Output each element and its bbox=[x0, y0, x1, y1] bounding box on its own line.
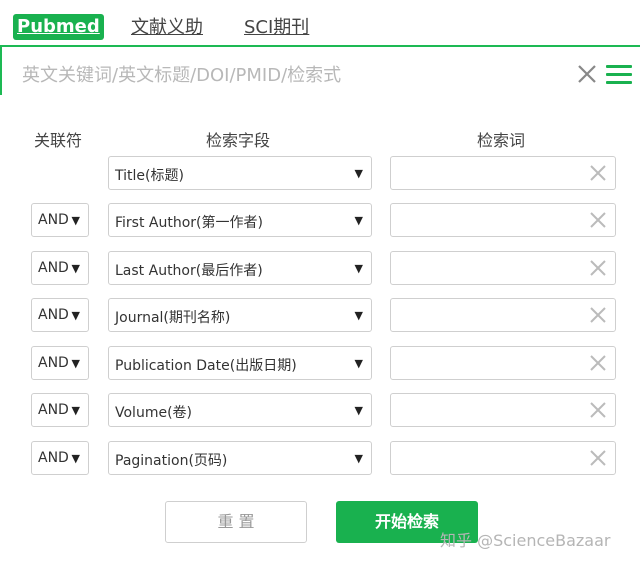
clear-term-icon[interactable] bbox=[589, 401, 607, 419]
field-select-value: Last Author(最后作者) bbox=[115, 263, 263, 279]
field-select-value: Journal(期刊名称) bbox=[115, 310, 231, 326]
dropdown-arrow-icon: ▼ bbox=[71, 262, 80, 275]
operator-select[interactable]: AND ▼ bbox=[31, 251, 89, 285]
operator-select[interactable]: AND ▼ bbox=[31, 393, 89, 427]
field-select-value: Title(标题) bbox=[115, 168, 184, 184]
term-input[interactable] bbox=[390, 441, 616, 475]
field-select-value: Publication Date(出版日期) bbox=[115, 358, 297, 374]
query-row: AND ▼ Journal(期刊名称) ▼ bbox=[0, 298, 640, 334]
term-input[interactable] bbox=[390, 156, 616, 190]
field-select[interactable]: Title(标题) ▼ bbox=[108, 156, 372, 190]
tab-sci-journals[interactable]: SCI期刊 bbox=[244, 16, 309, 40]
query-row: AND ▼ First Author(第一作者) ▼ bbox=[0, 203, 640, 239]
query-row: AND ▼ Publication Date(出版日期) ▼ bbox=[0, 346, 640, 382]
operator-select-value: AND bbox=[38, 355, 69, 371]
clear-term-icon[interactable] bbox=[589, 211, 607, 229]
operator-select-value: AND bbox=[38, 307, 69, 323]
dropdown-arrow-icon: ▼ bbox=[71, 452, 80, 465]
term-input[interactable] bbox=[390, 298, 616, 332]
term-input[interactable] bbox=[390, 251, 616, 285]
dropdown-arrow-icon: ▼ bbox=[354, 309, 363, 322]
operator-header: 关联符 bbox=[34, 131, 83, 150]
field-select[interactable]: Volume(卷) ▼ bbox=[108, 393, 372, 427]
clear-search-icon[interactable] bbox=[576, 63, 598, 85]
operator-select[interactable]: AND ▼ bbox=[31, 441, 89, 475]
field-select[interactable]: Journal(期刊名称) ▼ bbox=[108, 298, 372, 332]
query-row: Title(标题) ▼ bbox=[0, 156, 640, 192]
dropdown-arrow-icon: ▼ bbox=[71, 214, 80, 227]
search-bar: 英文关键词/英文标题/DOI/PMID/检索式 bbox=[0, 45, 640, 95]
clear-term-icon[interactable] bbox=[589, 306, 607, 324]
term-input[interactable] bbox=[390, 393, 616, 427]
operator-select-value: AND bbox=[38, 212, 69, 228]
term-input[interactable] bbox=[390, 203, 616, 237]
field-select-value: Pagination(页码) bbox=[115, 453, 228, 469]
watermark: 知乎 @ScienceBazaar bbox=[440, 531, 611, 550]
reset-button[interactable]: 重 置 bbox=[165, 501, 307, 543]
term-header: 检索词 bbox=[477, 131, 526, 150]
field-select[interactable]: First Author(第一作者) ▼ bbox=[108, 203, 372, 237]
query-row: AND ▼ Last Author(最后作者) ▼ bbox=[0, 251, 640, 287]
clear-term-icon[interactable] bbox=[589, 449, 607, 467]
dropdown-arrow-icon: ▼ bbox=[354, 357, 363, 370]
tab-bar: Pubmed 文献义助 SCI期刊 bbox=[0, 0, 640, 46]
operator-select-value: AND bbox=[38, 402, 69, 418]
dropdown-arrow-icon: ▼ bbox=[71, 357, 80, 370]
operator-select[interactable]: AND ▼ bbox=[31, 203, 89, 237]
field-select-value: First Author(第一作者) bbox=[115, 215, 263, 231]
field-select[interactable]: Last Author(最后作者) ▼ bbox=[108, 251, 372, 285]
clear-term-icon[interactable] bbox=[589, 259, 607, 277]
operator-select-value: AND bbox=[38, 260, 69, 276]
dropdown-arrow-icon: ▼ bbox=[354, 452, 363, 465]
query-row: AND ▼ Volume(卷) ▼ bbox=[0, 393, 640, 429]
field-select[interactable]: Pagination(页码) ▼ bbox=[108, 441, 372, 475]
operator-select[interactable]: AND ▼ bbox=[31, 298, 89, 332]
dropdown-arrow-icon: ▼ bbox=[71, 309, 80, 322]
clear-term-icon[interactable] bbox=[589, 164, 607, 182]
dropdown-arrow-icon: ▼ bbox=[354, 262, 363, 275]
operator-select[interactable]: AND ▼ bbox=[31, 346, 89, 380]
dropdown-arrow-icon: ▼ bbox=[354, 167, 363, 180]
tab-pubmed[interactable]: Pubmed bbox=[13, 14, 104, 40]
search-input[interactable]: 英文关键词/英文标题/DOI/PMID/检索式 bbox=[22, 61, 341, 87]
field-header: 检索字段 bbox=[206, 131, 271, 150]
field-select[interactable]: Publication Date(出版日期) ▼ bbox=[108, 346, 372, 380]
query-row: AND ▼ Pagination(页码) ▼ bbox=[0, 441, 640, 477]
term-input[interactable] bbox=[390, 346, 616, 380]
menu-icon[interactable] bbox=[606, 65, 632, 85]
dropdown-arrow-icon: ▼ bbox=[354, 214, 363, 227]
operator-select-value: AND bbox=[38, 450, 69, 466]
field-select-value: Volume(卷) bbox=[115, 405, 192, 421]
clear-term-icon[interactable] bbox=[589, 354, 607, 372]
tab-literature-help[interactable]: 文献义助 bbox=[131, 16, 203, 40]
dropdown-arrow-icon: ▼ bbox=[71, 404, 80, 417]
dropdown-arrow-icon: ▼ bbox=[354, 404, 363, 417]
